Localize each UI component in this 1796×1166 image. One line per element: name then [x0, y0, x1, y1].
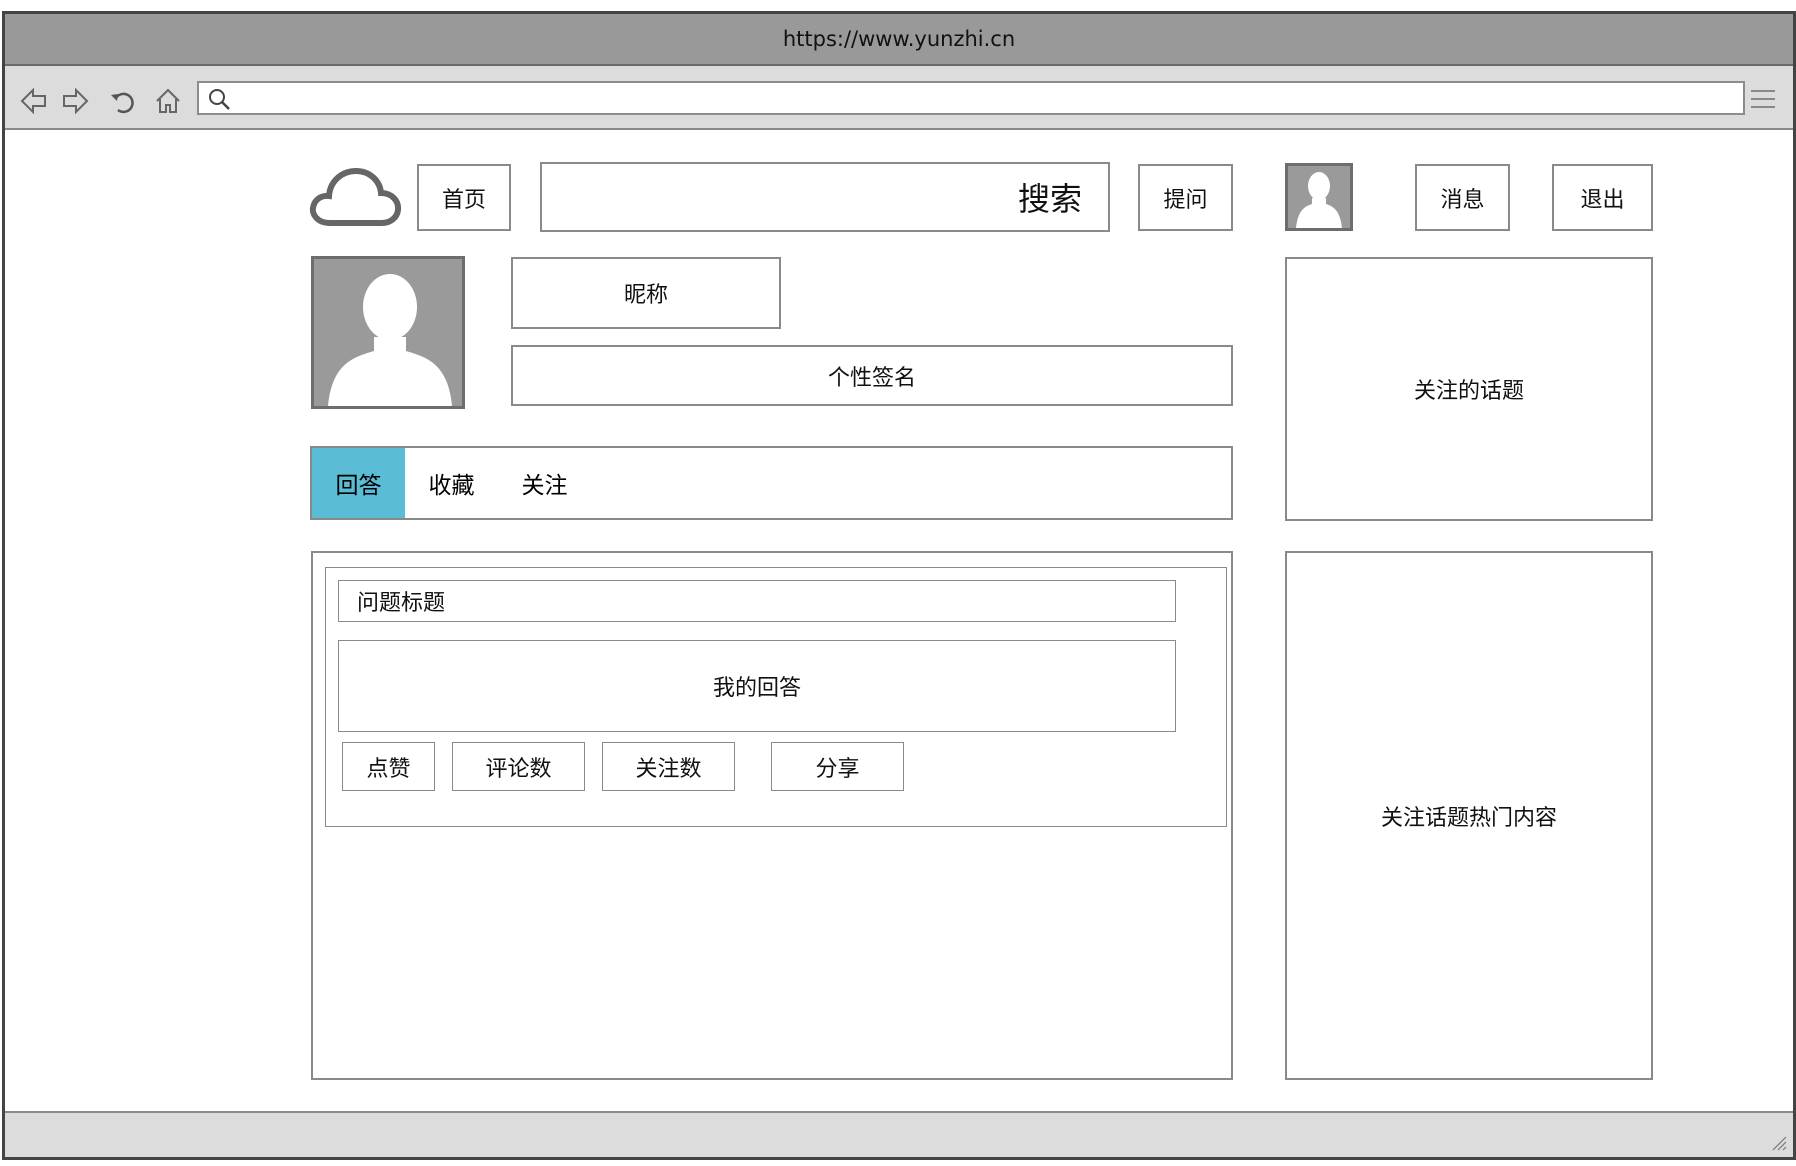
signature-text: 个性签名	[827, 365, 916, 391]
resize-handle-icon[interactable]	[1771, 1135, 1787, 1151]
home-button[interactable]: 首页	[417, 164, 511, 231]
browser-titlebar: https://www.yunzhi.cn	[5, 14, 1793, 66]
profile-tabs: 回答 收藏 关注	[310, 446, 1233, 520]
hot-content-panel: 关注话题热门内容	[1285, 551, 1653, 1080]
profile-avatar	[311, 256, 465, 409]
question-title-text: 问题标题	[357, 591, 446, 616]
tab-favorites[interactable]: 收藏	[405, 448, 498, 518]
back-icon[interactable]	[19, 86, 49, 116]
menu-icon[interactable]	[1749, 88, 1777, 110]
comments-button[interactable]: 评论数	[452, 742, 585, 791]
profile-silhouette-icon	[328, 274, 452, 406]
search-box[interactable]: 搜索	[540, 162, 1110, 232]
user-silhouette-icon	[1296, 172, 1342, 228]
logout-button[interactable]: 退出	[1552, 164, 1653, 231]
nickname-text: 昵称	[623, 283, 668, 308]
nickname-field: 昵称	[511, 257, 781, 329]
ask-button-label: 提问	[1163, 187, 1208, 213]
followed-topics-panel: 关注的话题	[1285, 257, 1653, 521]
like-label: 点赞	[366, 756, 411, 782]
messages-button[interactable]: 消息	[1415, 164, 1510, 231]
followers-button[interactable]: 关注数	[602, 742, 735, 791]
like-button[interactable]: 点赞	[342, 742, 435, 791]
cloud-logo-icon[interactable]	[308, 163, 402, 231]
browser-toolbar	[5, 66, 1793, 130]
answers-feed: 问题标题 我的回答 点赞 评论数 关注数 分享	[311, 551, 1233, 1080]
question-title[interactable]: 问题标题	[338, 580, 1176, 622]
search-label: 搜索	[1017, 180, 1082, 218]
home-button-label: 首页	[441, 187, 486, 213]
answer-card: 问题标题 我的回答 点赞 评论数 关注数 分享	[325, 567, 1227, 827]
reload-icon[interactable]	[108, 86, 138, 116]
followers-label: 关注数	[635, 756, 702, 782]
url-title: https://www.yunzhi.cn	[782, 27, 1016, 51]
my-answer[interactable]: 我的回答	[338, 640, 1176, 732]
tab-answers-label: 回答	[335, 473, 382, 499]
tab-following-label: 关注	[521, 473, 568, 499]
my-answer-text: 我的回答	[712, 676, 801, 701]
tab-answers[interactable]: 回答	[312, 448, 405, 518]
ask-question-button[interactable]: 提问	[1138, 164, 1233, 231]
tab-favorites-label: 收藏	[428, 473, 475, 499]
tab-following[interactable]: 关注	[498, 448, 591, 518]
messages-button-label: 消息	[1440, 187, 1485, 213]
comments-label: 评论数	[485, 756, 552, 782]
address-bar[interactable]	[197, 81, 1745, 115]
share-button[interactable]: 分享	[771, 742, 904, 791]
hot-content-text: 关注话题热门内容	[1380, 805, 1557, 831]
logout-button-label: 退出	[1580, 187, 1625, 213]
home-icon[interactable]	[153, 86, 183, 116]
share-label: 分享	[815, 756, 860, 782]
signature-field: 个性签名	[511, 345, 1233, 406]
followed-topics-text: 关注的话题	[1413, 379, 1524, 404]
browser-statusbar	[5, 1111, 1793, 1157]
forward-icon[interactable]	[60, 86, 90, 116]
search-icon	[209, 89, 230, 110]
user-avatar[interactable]	[1285, 163, 1353, 231]
